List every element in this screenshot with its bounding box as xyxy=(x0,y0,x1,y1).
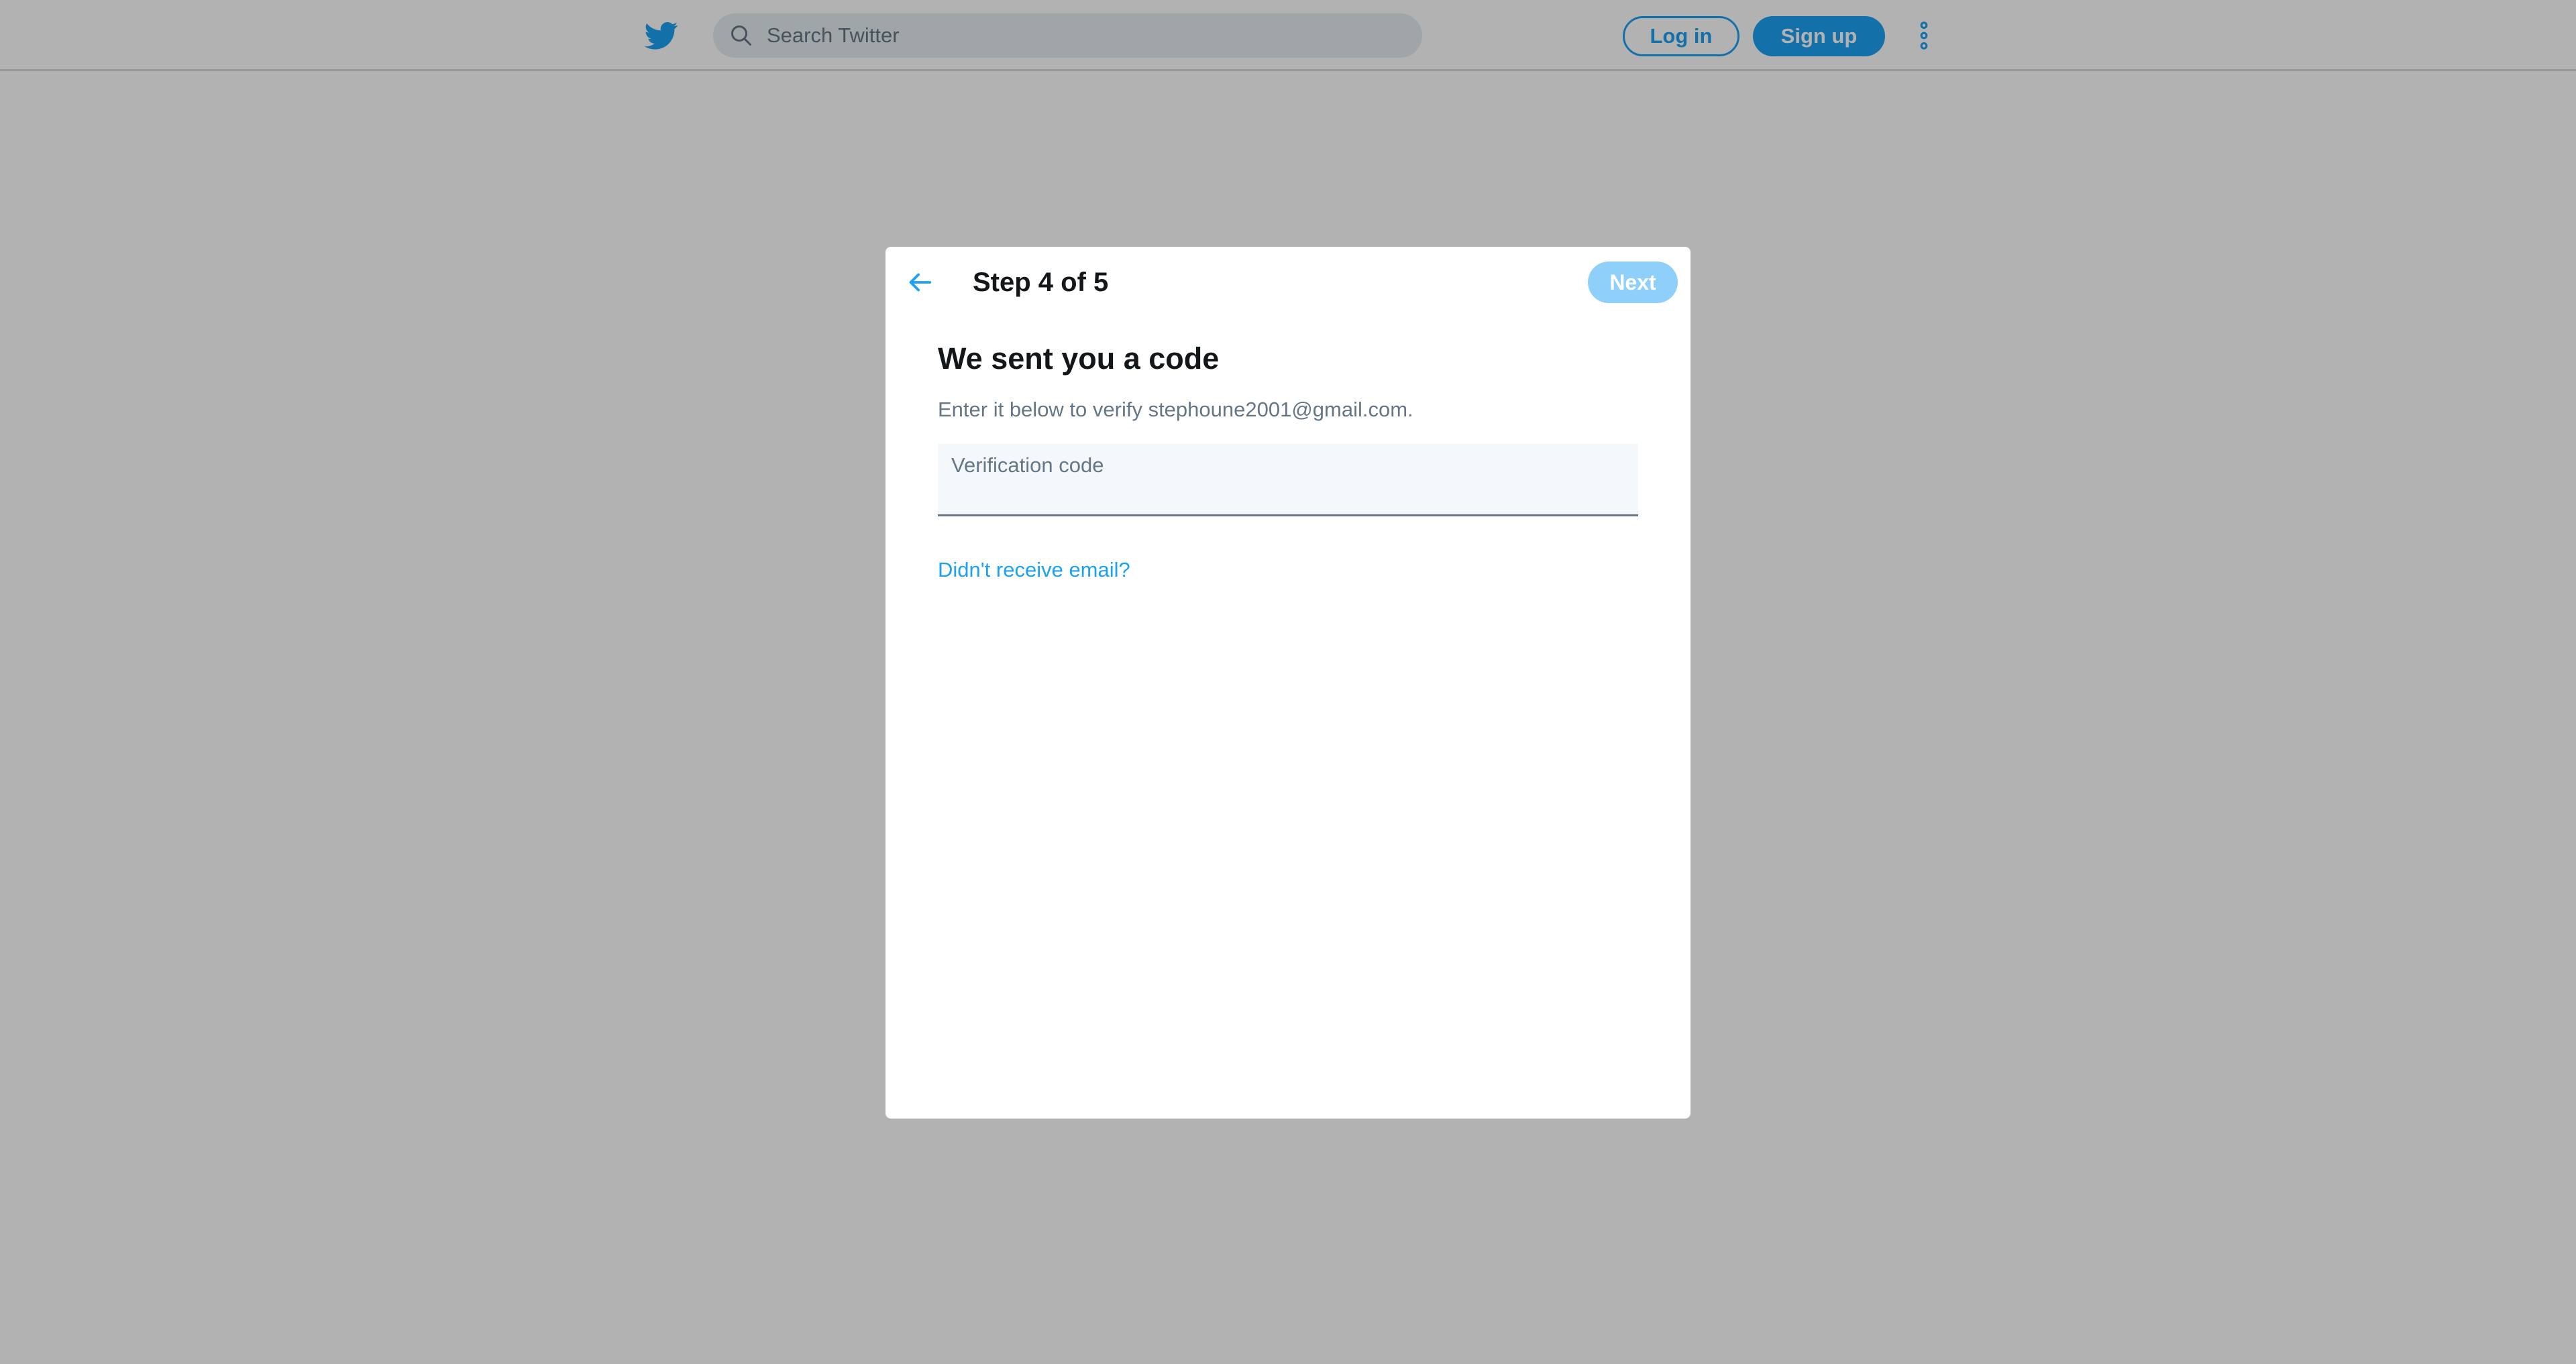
next-button-label: Next xyxy=(1609,270,1656,294)
next-button[interactable]: Next xyxy=(1588,262,1678,303)
verification-code-label: Verification code xyxy=(951,453,1104,477)
verification-code-field[interactable]: Verification code xyxy=(938,444,1638,516)
verification-code-input[interactable] xyxy=(951,480,1622,510)
verification-dialog: Step 4 of 5 Next We sent you a code Ente… xyxy=(885,247,1690,1119)
resend-email-link[interactable]: Didn't receive email? xyxy=(938,557,1130,583)
arrow-left-icon[interactable] xyxy=(904,267,935,298)
page: Log in Sign up Step 4 of 5 Next We sent … xyxy=(0,0,2576,1364)
step-indicator: Step 4 of 5 xyxy=(973,268,1109,297)
verify-instruction: Enter it below to verify stephoune2001@g… xyxy=(938,398,1413,421)
dialog-heading: We sent you a code xyxy=(938,341,1220,376)
